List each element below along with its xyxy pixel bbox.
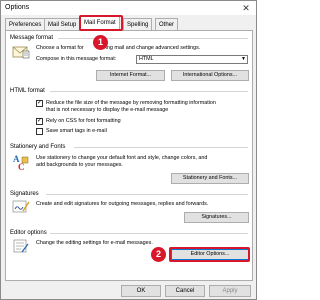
reduce-size-label-1: Reduce the file size of the message by r…: [46, 100, 216, 106]
ok-button[interactable]: OK: [121, 285, 161, 297]
stationery-fonts-icon: A C: [12, 153, 30, 175]
editor-icon: [12, 238, 30, 256]
cancel-button[interactable]: Cancel: [165, 285, 205, 297]
divider: [50, 91, 248, 92]
step-1-badge: 1: [93, 35, 108, 50]
options-dialog: Options ✕ Preferences Mail Setup Mail Fo…: [0, 0, 257, 300]
mail-format-panel: Message format Choose a format for ing ma…: [5, 30, 253, 281]
stationery-heading: Stationery and Fonts: [10, 144, 66, 150]
svg-text:C: C: [18, 162, 25, 172]
step-2-badge: 2: [151, 247, 166, 262]
save-smart-tags-label: Save smart tags in e-mail: [46, 128, 107, 134]
html-format-heading: HTML format: [10, 88, 45, 94]
tab-preferences[interactable]: Preferences: [5, 18, 46, 30]
tab-spelling[interactable]: Spelling: [123, 18, 153, 30]
message-format-heading: Message format: [10, 35, 54, 41]
compose-format-value: HTML: [139, 56, 154, 62]
stationery-description-2: add backgrounds to your messages.: [36, 162, 123, 168]
compose-format-select[interactable]: HTML ▼: [136, 55, 248, 64]
editor-options-description: Change the editing settings for e-mail m…: [36, 240, 153, 246]
close-icon[interactable]: ✕: [240, 2, 252, 14]
signature-icon: [12, 199, 30, 217]
step-1-highlight: [79, 15, 123, 31]
divider: [46, 194, 248, 195]
save-smart-tags-checkbox[interactable]: [36, 128, 43, 135]
tab-mail-setup[interactable]: Mail Setup: [44, 18, 81, 30]
reduce-size-checkbox[interactable]: ✓: [36, 100, 43, 107]
divider: [58, 38, 248, 39]
signatures-heading: Signatures: [10, 191, 39, 197]
apply-button[interactable]: Apply: [209, 285, 251, 297]
editor-options-heading: Editor options: [10, 230, 47, 236]
internet-format-button[interactable]: Internet Format...: [96, 70, 165, 81]
window-title: Options: [5, 4, 30, 11]
compose-format-label: Compose in this message format:: [36, 56, 117, 62]
title-bar: Options ✕: [1, 1, 256, 15]
step-2-highlight: [169, 247, 250, 262]
message-format-description: Choose a format for ing mail and change a…: [36, 45, 201, 51]
international-options-button[interactable]: International Options...: [171, 70, 249, 81]
stationery-description-1: Use stationery to change your default fo…: [36, 155, 208, 161]
stationery-fonts-button[interactable]: Stationery and Fonts...: [171, 173, 249, 184]
tab-other[interactable]: Other: [155, 18, 179, 30]
chevron-down-icon: ▼: [241, 56, 246, 62]
divider: [74, 147, 248, 148]
signatures-button[interactable]: Signatures...: [184, 212, 249, 223]
tab-strip: Preferences Mail Setup Mail Format Spell…: [5, 16, 253, 30]
rely-css-label: Rely on CSS for font formatting: [46, 118, 121, 124]
rely-css-checkbox[interactable]: ✓: [36, 118, 43, 125]
divider: [50, 233, 248, 234]
reduce-size-label-2: that is not necessary to display the e-m…: [46, 107, 169, 113]
signatures-description: Create and edit signatures for outgoing …: [36, 201, 209, 207]
mail-format-icon: [12, 45, 30, 61]
